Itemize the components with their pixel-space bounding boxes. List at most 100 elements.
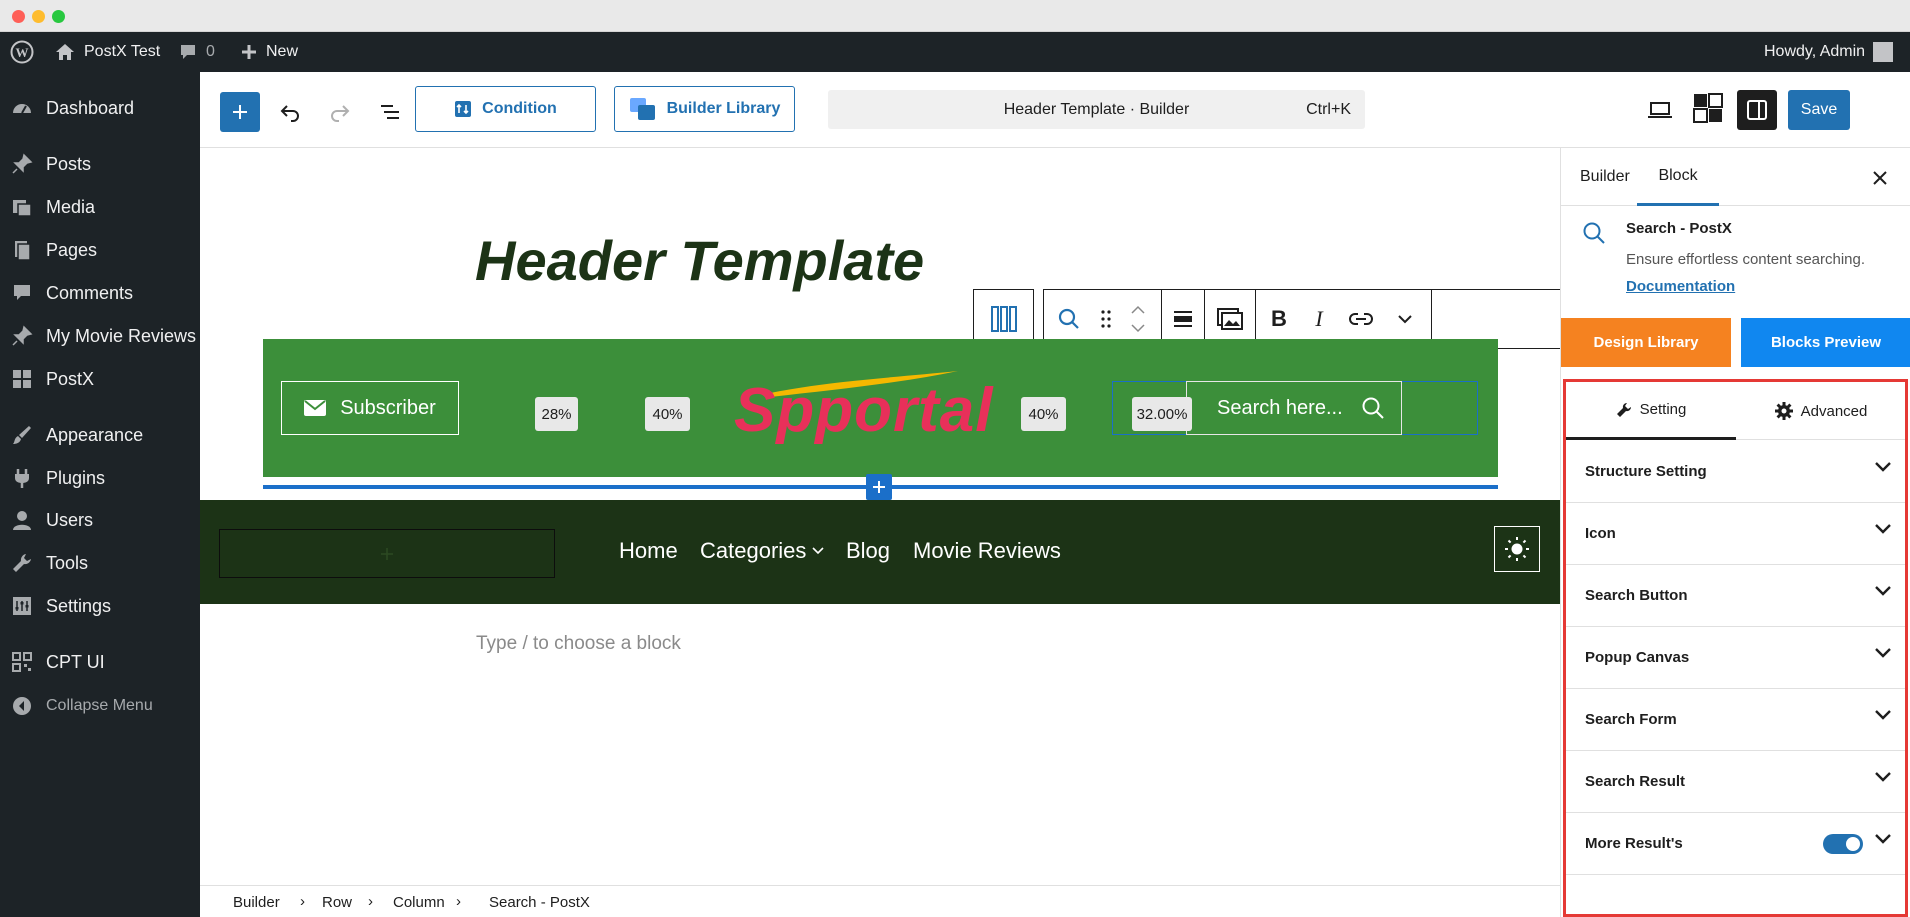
undo-button[interactable] xyxy=(270,92,310,132)
sidebar-label: Media xyxy=(46,196,96,217)
section-label: Popup Canvas xyxy=(1585,649,1690,666)
sidebar-item-tools[interactable]: Tools xyxy=(0,543,200,583)
close-window-button[interactable] xyxy=(12,10,25,23)
chevron-down-icon xyxy=(1875,524,1891,534)
redo-button[interactable] xyxy=(320,92,360,132)
page-title[interactable]: Header Template xyxy=(475,228,924,293)
minimize-window-button[interactable] xyxy=(32,10,45,23)
command-palette-bar[interactable]: Header Template · Builder Ctrl+K xyxy=(828,90,1365,129)
plus-icon xyxy=(242,45,256,59)
document-overview-button[interactable] xyxy=(370,92,410,132)
postx-icon xyxy=(10,367,34,391)
section-more-results[interactable]: More Result's xyxy=(1566,813,1905,875)
sidebar-item-settings[interactable]: Settings xyxy=(0,586,200,626)
insert-block-button[interactable] xyxy=(866,474,892,500)
section-structure-setting[interactable]: Structure Setting xyxy=(1566,441,1905,503)
sidebar-item-appearance[interactable]: Appearance xyxy=(0,415,200,455)
block-title: Search - PostX xyxy=(1626,220,1732,237)
chevron-down-icon xyxy=(1875,772,1891,782)
section-search-result[interactable]: Search Result xyxy=(1566,751,1905,813)
sidebar-item-plugins[interactable]: Plugins xyxy=(0,458,200,498)
maximize-window-button[interactable] xyxy=(52,10,65,23)
sidebar-item-collapse-menu[interactable]: Collapse Menu xyxy=(0,686,200,726)
section-search-button[interactable]: Search Button xyxy=(1566,565,1905,627)
comments-link[interactable]: 0 xyxy=(178,32,215,72)
tab-block[interactable]: Block xyxy=(1637,148,1719,206)
nav-item-categories[interactable]: Categories xyxy=(700,538,824,564)
admin-sidebar: Dashboard Posts Media Pages Comments My … xyxy=(0,72,200,917)
design-library-button[interactable]: Design Library xyxy=(1561,318,1731,367)
blocks-preview-button[interactable]: Blocks Preview xyxy=(1741,318,1910,367)
header-row[interactable]: Subscriber Spportal Search here... xyxy=(263,339,1498,477)
builder-library-button[interactable]: Builder Library xyxy=(614,86,795,132)
sidebar-item-cpt-ui[interactable]: CPT UI xyxy=(0,642,200,682)
tab-builder[interactable]: Builder xyxy=(1580,168,1630,186)
section-search-form[interactable]: Search Form xyxy=(1566,689,1905,751)
account-menu[interactable]: Howdy, Admin xyxy=(1764,32,1894,72)
sidebar-item-users[interactable]: Users xyxy=(0,500,200,540)
wordpress-icon: W xyxy=(10,40,34,64)
search-input[interactable]: Search here... xyxy=(1186,381,1402,435)
nav-item-movie-reviews[interactable]: Movie Reviews xyxy=(913,538,1061,564)
comments-count: 0 xyxy=(206,43,215,60)
condition-button[interactable]: Condition xyxy=(415,86,596,132)
tab-setting[interactable]: Setting xyxy=(1566,382,1736,440)
section-icon[interactable]: Icon xyxy=(1566,503,1905,565)
tab-advanced[interactable]: Advanced xyxy=(1736,382,1905,440)
comment-icon xyxy=(181,45,195,59)
sidebar-item-comments[interactable]: Comments xyxy=(0,273,200,313)
close-panel-button[interactable] xyxy=(1868,166,1892,190)
sidebar-item-postx[interactable]: PostX xyxy=(0,359,200,399)
sidebar-item-pages[interactable]: Pages xyxy=(0,230,200,270)
breadcrumb-item[interactable]: Search - PostX xyxy=(489,894,590,911)
postx-settings-button[interactable] xyxy=(1688,88,1728,128)
subscriber-button[interactable]: Subscriber xyxy=(281,381,459,435)
navigation-row[interactable]: Home Categories Blog Movie Reviews xyxy=(200,500,1560,604)
wrench-icon xyxy=(10,551,34,575)
sidebar-label: Posts xyxy=(46,153,92,174)
sidebar-label: Appearance xyxy=(46,424,144,445)
sidebar-item-posts[interactable]: Posts xyxy=(0,144,200,184)
sidebar-label: Plugins xyxy=(46,467,106,488)
settings-sidebar: Builder Block Search - PostX Ensure effo… xyxy=(1560,148,1910,917)
documentation-link[interactable]: Documentation xyxy=(1626,278,1735,295)
new-content-link[interactable]: New xyxy=(240,32,298,72)
breadcrumb-separator-icon: › xyxy=(456,893,461,910)
breadcrumb-item[interactable]: Builder xyxy=(233,894,280,911)
sidebar-label: Comments xyxy=(46,282,134,303)
sidebar-item-dashboard[interactable]: Dashboard xyxy=(0,88,200,128)
nav-label: Categories xyxy=(700,538,807,563)
device-preview-button[interactable] xyxy=(1640,90,1680,130)
subscriber-label: Subscriber xyxy=(340,396,436,419)
tab-label: Setting xyxy=(1639,401,1687,418)
nav-item-home[interactable]: Home xyxy=(619,538,678,564)
wordpress-logo-button[interactable]: W xyxy=(10,32,34,72)
site-name-link[interactable]: PostX Test xyxy=(54,32,160,72)
section-popup-canvas[interactable]: Popup Canvas xyxy=(1566,627,1905,689)
add-block-button[interactable] xyxy=(220,92,260,132)
dark-mode-toggle[interactable] xyxy=(1494,526,1540,572)
settings-panel-toggle[interactable] xyxy=(1737,90,1777,130)
admin-bar: W PostX Test 0 New Howdy, Admin xyxy=(0,32,1910,72)
breadcrumb-item[interactable]: Column xyxy=(393,894,445,911)
sidebar-item-media[interactable]: Media xyxy=(0,187,200,227)
nav-item-blog[interactable]: Blog xyxy=(846,538,890,564)
pin-icon xyxy=(10,324,34,348)
tab-label: Block xyxy=(1658,166,1698,184)
empty-column-inserter[interactable] xyxy=(219,529,555,578)
block-description: Ensure effortless content searching. xyxy=(1626,251,1866,268)
chevron-down-icon xyxy=(1875,462,1891,472)
plus-icon xyxy=(233,105,247,119)
site-logo[interactable]: Spportal xyxy=(730,357,992,457)
column-width-badge: 40% xyxy=(645,397,690,431)
breadcrumb-item[interactable]: Row xyxy=(322,894,352,911)
block-placeholder[interactable]: Type / to choose a block xyxy=(476,633,681,655)
settings-tabs: Setting Advanced xyxy=(1566,382,1905,440)
link-icon xyxy=(1349,313,1373,325)
tab-label: Advanced xyxy=(1800,402,1868,420)
chevron-down-icon xyxy=(1875,834,1891,844)
more-results-toggle[interactable] xyxy=(1823,834,1863,854)
save-button[interactable]: Save xyxy=(1788,90,1850,130)
wrench-icon xyxy=(1616,402,1631,417)
sidebar-item-my-movie-reviews[interactable]: My Movie Reviews xyxy=(0,316,200,356)
